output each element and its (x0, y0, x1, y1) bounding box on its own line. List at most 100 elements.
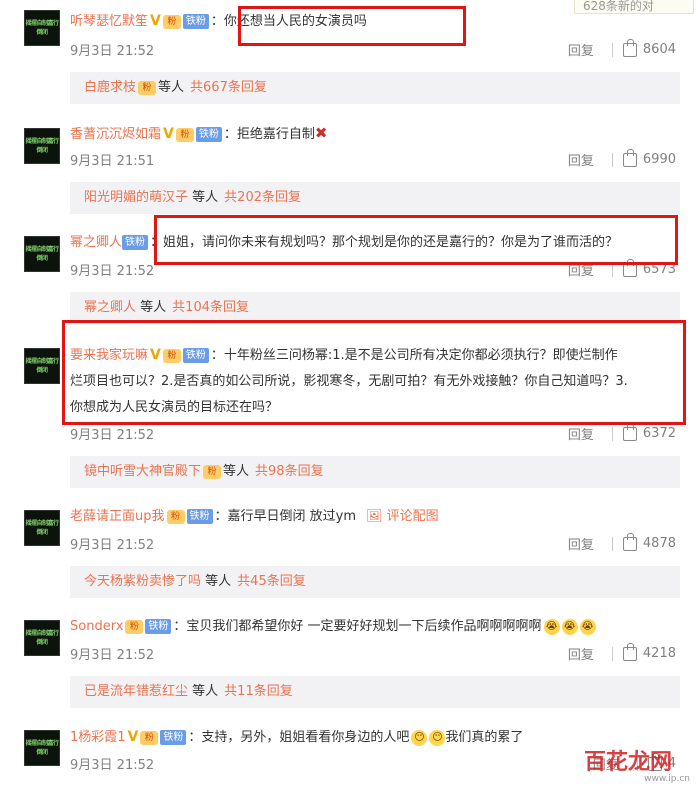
fan-badge-icon: 粉 (162, 14, 181, 29)
sub-replies-bar[interactable]: 镜中听雪大神官殿下粉等人 共98条回复 (70, 456, 680, 488)
fan-badge-icon: 粉 (125, 619, 144, 634)
sub-reply-user[interactable]: 白鹿求枝 (84, 80, 136, 95)
fan-badge-icon: 粉 (138, 80, 157, 95)
divider (611, 42, 613, 57)
reply-button[interactable]: 回复 (568, 424, 594, 443)
thumbs-up-icon[interactable] (622, 642, 637, 661)
comment-date: 9月3日 21:52 (70, 428, 155, 443)
thumbs-up-icon[interactable] (622, 532, 637, 551)
sub-reply-mid: 等人 (205, 574, 232, 589)
iron-fan-badge: 铁粉 (186, 509, 213, 524)
sub-reply-mid: 等人 (158, 80, 185, 95)
reply-button[interactable]: 回复 (568, 534, 594, 553)
reply-button[interactable]: 回复 (568, 644, 594, 663)
comment-text-tail: 我们真的累了 (445, 730, 524, 745)
iron-fan-badge: 铁粉 (182, 14, 209, 29)
sub-reply-mid: 等人 (223, 464, 250, 479)
username-link[interactable]: 听琴瑟忆默笙 (70, 14, 148, 29)
speechless-emoji-icon: 😶 (411, 729, 428, 746)
sub-reply-count[interactable]: 共667条回复 (190, 80, 267, 95)
username-link[interactable]: 幂之卿人 (70, 235, 122, 250)
comment-text: 嘉行早日倒闭 放过ym (227, 509, 357, 524)
verified-icon: V (163, 126, 174, 142)
fan-badge-icon: 粉 (140, 730, 159, 745)
sub-reply-count[interactable]: 共202条回复 (224, 190, 301, 205)
username-link[interactable]: 老薛请正面up我 (70, 509, 165, 524)
divider (611, 646, 613, 661)
comment-text: 支持，另外，姐姐看看你身边的人吧 (201, 730, 410, 745)
thumbs-up-icon[interactable] (622, 38, 637, 57)
crying-emoji-icon: 😭 (561, 618, 578, 635)
comment-line: 香蓍沉沉烬如霜 V 粉铁粉 ：拒绝嘉行自制✖ (70, 122, 680, 146)
comment-date: 9月3日 21:52 (70, 758, 155, 773)
avatar[interactable]: 摇摆自制嘉行倒闭 (24, 730, 60, 766)
username-link[interactable]: Sonderx (70, 619, 123, 634)
avatar[interactable]: 摇摆自制嘉行倒闭 (24, 10, 60, 46)
comment-actions: 回复 6990 (568, 148, 676, 169)
comment-line: 老薛请正面up我粉铁粉 ：嘉行早日倒闭 放过ym 🖼 评论配图 (70, 509, 439, 524)
highlight-box (154, 215, 678, 265)
reply-button[interactable]: 回复 (568, 40, 594, 59)
comment-actions: 回复 4878 (568, 532, 676, 553)
sub-reply-count[interactable]: 共11条回复 (224, 684, 293, 699)
iron-fan-badge: 铁粉 (160, 730, 187, 745)
comment-date: 9月3日 21:51 (70, 154, 155, 169)
thumbs-up-icon[interactable] (622, 148, 637, 167)
verified-icon: V (127, 729, 139, 745)
highlight-box (238, 6, 466, 46)
sub-reply-user[interactable]: 镜中听雪大神官殿下 (84, 464, 201, 479)
avatar[interactable]: 摇摆自制嘉行倒闭 (24, 348, 60, 384)
iron-fan-badge: 铁粉 (195, 127, 222, 142)
comment-date: 9月3日 21:52 (70, 44, 155, 59)
divider (611, 536, 613, 551)
comment-image-link[interactable]: 🖼 评论配图 (366, 509, 439, 524)
cross-mark-icon: ✖ (314, 124, 328, 142)
comment-actions: 回复 6372 (568, 422, 676, 443)
sub-replies-bar[interactable]: 已是流年错惹红尘 等人 共11条回复 (70, 676, 680, 708)
comment-line: Sonderx 粉铁粉 ：宝贝我们都希望你好 一定要好好规划一下后续作品啊啊啊啊啊 😭… (70, 616, 680, 638)
watermark-url: www.ip.cn (644, 774, 690, 784)
highlight-box (62, 320, 686, 425)
sub-reply-user[interactable]: 阳光明媚的萌汉子 (84, 190, 188, 205)
crying-emoji-icon: 😭 (543, 618, 560, 635)
sub-reply-mid: 等人 (192, 190, 219, 205)
sub-replies-bar[interactable]: 今天杨紫粉卖惨了吗 等人 共45条回复 (70, 566, 680, 598)
divider (611, 426, 613, 441)
reply-button[interactable]: 回复 (568, 150, 594, 169)
like-count[interactable]: 6372 (643, 426, 676, 441)
fan-badge-icon: 粉 (166, 509, 185, 524)
fan-badge-icon: 粉 (175, 127, 194, 142)
comment-actions: 回复 8604 (568, 38, 676, 59)
speechless-emoji-icon: 😶 (429, 729, 446, 746)
comment-text: 拒绝嘉行自制 (236, 127, 315, 142)
comment-actions: 回复 4218 (568, 642, 676, 663)
avatar[interactable]: 摇摆自制嘉行倒闭 (24, 510, 60, 546)
fan-badge-icon: 粉 (203, 464, 222, 479)
sub-reply-mid: 等人 (192, 684, 219, 699)
avatar[interactable]: 摇摆自制嘉行倒闭 (24, 236, 60, 272)
sub-reply-user[interactable]: 幂之卿人 (84, 300, 136, 315)
avatar[interactable]: 摇摆自制嘉行倒闭 (24, 620, 60, 656)
sub-reply-user[interactable]: 今天杨紫粉卖惨了吗 (84, 574, 201, 589)
verified-icon: V (150, 13, 161, 29)
like-count[interactable]: 8604 (643, 42, 676, 57)
like-count[interactable]: 4878 (643, 536, 676, 551)
sub-reply-count[interactable]: 共104条回复 (172, 300, 249, 315)
username-link[interactable]: 香蓍沉沉烬如霜 (70, 127, 161, 142)
like-count[interactable]: 6990 (643, 152, 676, 167)
watermark-logo: 百花龙网 (583, 750, 672, 775)
thumbs-up-icon[interactable] (622, 422, 637, 441)
sub-replies-bar[interactable]: 阳光明媚的萌汉子 等人 共202条回复 (70, 182, 680, 214)
avatar[interactable]: 摇摆自制嘉行倒闭 (24, 128, 60, 164)
comment-date: 9月3日 21:52 (70, 538, 155, 553)
like-count[interactable]: 4218 (643, 646, 676, 661)
sub-reply-count[interactable]: 共98条回复 (255, 464, 324, 479)
sub-reply-user[interactable]: 已是流年错惹红尘 (84, 684, 188, 699)
comment-date: 9月3日 21:52 (70, 648, 155, 663)
divider (611, 152, 613, 167)
username-link[interactable]: 1杨彩霞1 (70, 730, 126, 745)
sub-replies-bar[interactable]: 白鹿求枝粉等人 共667条回复 (70, 72, 680, 104)
sub-reply-count[interactable]: 共45条回复 (237, 574, 306, 589)
iron-fan-badge: 铁粉 (122, 235, 149, 250)
comment-text: 宝贝我们都希望你好 一定要好好规划一下后续作品啊啊啊啊啊 (186, 619, 542, 634)
